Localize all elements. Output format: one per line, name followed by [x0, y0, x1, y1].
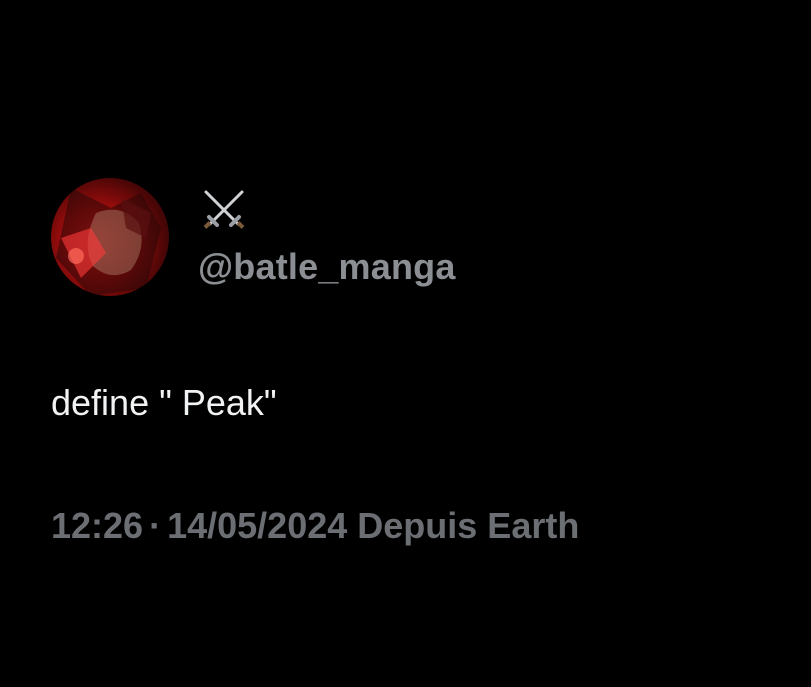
tweet-meta: 12:26 · 14/05/2024 Depuis Earth	[51, 505, 579, 547]
tweet-text: define " Peak"	[51, 382, 277, 423]
tweet-time[interactable]: 12:26	[51, 505, 143, 546]
crossed-swords-icon	[200, 186, 248, 234]
avatar-image	[56, 188, 161, 296]
meta-separator: ·	[149, 505, 162, 546]
user-handle[interactable]: @batle_manga	[198, 246, 456, 288]
tweet-date[interactable]: 14/05/2024	[167, 505, 347, 546]
tweet-source: Depuis Earth	[357, 505, 580, 546]
avatar[interactable]	[51, 178, 169, 296]
